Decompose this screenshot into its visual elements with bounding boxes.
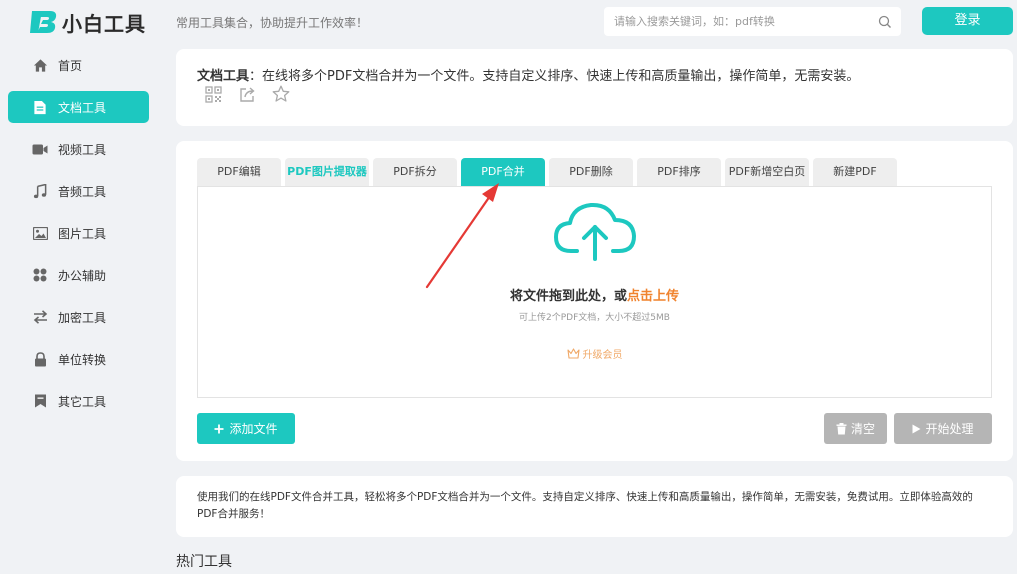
sidebar-item-encryption-tools[interactable]: 加密工具: [8, 301, 149, 333]
clear-label: 清空: [850, 422, 875, 436]
tool-description: ：在线将多个PDF文档合并为一个文件。支持自定义排序、快速上传和高质量输出，操作…: [249, 69, 860, 84]
music-icon: [32, 183, 48, 199]
sidebar-item-label: 办公辅助: [58, 268, 107, 283]
share-icon[interactable]: [237, 84, 257, 104]
crown-icon: [566, 348, 580, 359]
add-file-button[interactable]: 添加文件: [197, 413, 295, 444]
top-bar: 小白工具 常用工具集合，协助提升工作效率！ 登录: [0, 0, 1017, 44]
upload-limit-text: 可上传2个PDF文档，大小不超过5MB: [519, 313, 670, 323]
sidebar-item-label: 视频工具: [58, 142, 107, 157]
cloud-upload-icon: [553, 199, 637, 267]
image-icon: [32, 225, 48, 241]
home-icon: [32, 57, 48, 73]
upgrade-vip-label: 升级会员: [582, 350, 623, 361]
description-card: 使用我们的在线PDF文件合并工具，轻松将多个PDF文档合并为一个文件。支持自定义…: [176, 476, 1013, 537]
click-upload-link[interactable]: 点击上传: [627, 289, 679, 304]
sidebar-item-image-tools[interactable]: 图片工具: [8, 217, 149, 249]
sidebar-item-label: 单位转换: [58, 352, 107, 367]
sidebar-item-office-assist[interactable]: 办公辅助: [8, 259, 149, 291]
search-box: [604, 7, 901, 36]
start-processing-button[interactable]: 开始处理: [894, 413, 992, 444]
upload-dropzone[interactable]: 将文件拖到此处，或点击上传 可上传2个PDF文档，大小不超过5MB 升级会员: [197, 186, 992, 398]
logo-icon: [28, 6, 60, 38]
brand-name: 小白工具: [62, 11, 146, 36]
hot-tools-heading: 热门工具: [176, 554, 232, 570]
tab-new-pdf[interactable]: 新建PDF: [813, 158, 897, 186]
start-label: 开始处理: [925, 422, 974, 436]
search-icon[interactable]: [878, 14, 892, 33]
sidebar-item-label: 图片工具: [58, 226, 107, 241]
sidebar-item-label: 加密工具: [58, 310, 107, 325]
sidebar-item-document-tools[interactable]: 文档工具: [8, 91, 149, 123]
tool-info-card: 文档工具：在线将多个PDF文档合并为一个文件。支持自定义排序、快速上传和高质量输…: [176, 49, 1013, 126]
sidebar-item-label: 其它工具: [58, 394, 107, 409]
drop-text: 将文件拖到此处，或: [509, 289, 627, 304]
tab-pdf-delete[interactable]: PDF删除: [549, 158, 633, 186]
document-icon: [32, 99, 48, 115]
bookmark-icon: [32, 393, 48, 409]
logo[interactable]: 小白工具: [28, 6, 146, 38]
star-icon[interactable]: [271, 84, 291, 104]
sidebar-item-label: 文档工具: [58, 100, 107, 115]
tab-pdf-image-extractor[interactable]: PDF图片提取器: [285, 158, 369, 186]
sidebar-item-label: 音频工具: [58, 184, 107, 199]
tool-actions: [203, 84, 291, 104]
clear-button[interactable]: 清空: [824, 413, 887, 444]
upgrade-vip-link[interactable]: 升级会员: [198, 346, 991, 362]
tab-pdf-sort[interactable]: PDF排序: [637, 158, 721, 186]
slogan: 常用工具集合，协助提升工作效率！: [176, 16, 369, 30]
lock-icon: [32, 351, 48, 367]
trash-icon: [836, 422, 847, 434]
tab-pdf-edit[interactable]: PDF编辑: [197, 158, 281, 186]
sidebar-item-audio-tools[interactable]: 音频工具: [8, 175, 149, 207]
plus-icon: [214, 424, 224, 433]
sidebar-item-video-tools[interactable]: 视频工具: [8, 133, 149, 165]
tab-pdf-split[interactable]: PDF拆分: [373, 158, 457, 186]
apps-icon: [32, 267, 48, 283]
pdf-tool-panel: PDF编辑 PDF图片提取器 PDF拆分 PDF合并 PDF删除 PDF排序 P…: [176, 141, 1013, 461]
tab-pdf-add-blank-page[interactable]: PDF新增空白页: [725, 158, 809, 186]
login-button[interactable]: 登录: [922, 7, 1013, 35]
qrcode-icon[interactable]: [203, 84, 223, 104]
sidebar-item-label: 首页: [58, 58, 83, 73]
swap-icon: [32, 309, 48, 325]
category-name: 文档工具: [197, 69, 250, 84]
play-icon: [912, 424, 921, 433]
tab-pdf-merge[interactable]: PDF合并: [461, 158, 545, 186]
sidebar: 首页 文档工具 视频工具 音频工具 图片工具 办公辅助 加密工具 单位转换 其它…: [8, 49, 149, 427]
add-file-label: 添加文件: [229, 422, 278, 436]
video-icon: [32, 141, 48, 157]
page-title: 文档工具：在线将多个PDF文档合并为一个文件。支持自定义排序、快速上传和高质量输…: [197, 65, 859, 84]
sidebar-item-home[interactable]: 首页: [8, 49, 149, 81]
tool-long-description: 使用我们的在线PDF文件合并工具，轻松将多个PDF文档合并为一个文件。支持自定义…: [197, 491, 973, 520]
sidebar-item-other-tools[interactable]: 其它工具: [8, 385, 149, 417]
tool-tabs: PDF编辑 PDF图片提取器 PDF拆分 PDF合并 PDF删除 PDF排序 P…: [197, 158, 897, 186]
sidebar-item-unit-conversion[interactable]: 单位转换: [8, 343, 149, 375]
search-input[interactable]: [604, 7, 854, 36]
drop-instructions: 将文件拖到此处，或点击上传: [198, 285, 991, 304]
